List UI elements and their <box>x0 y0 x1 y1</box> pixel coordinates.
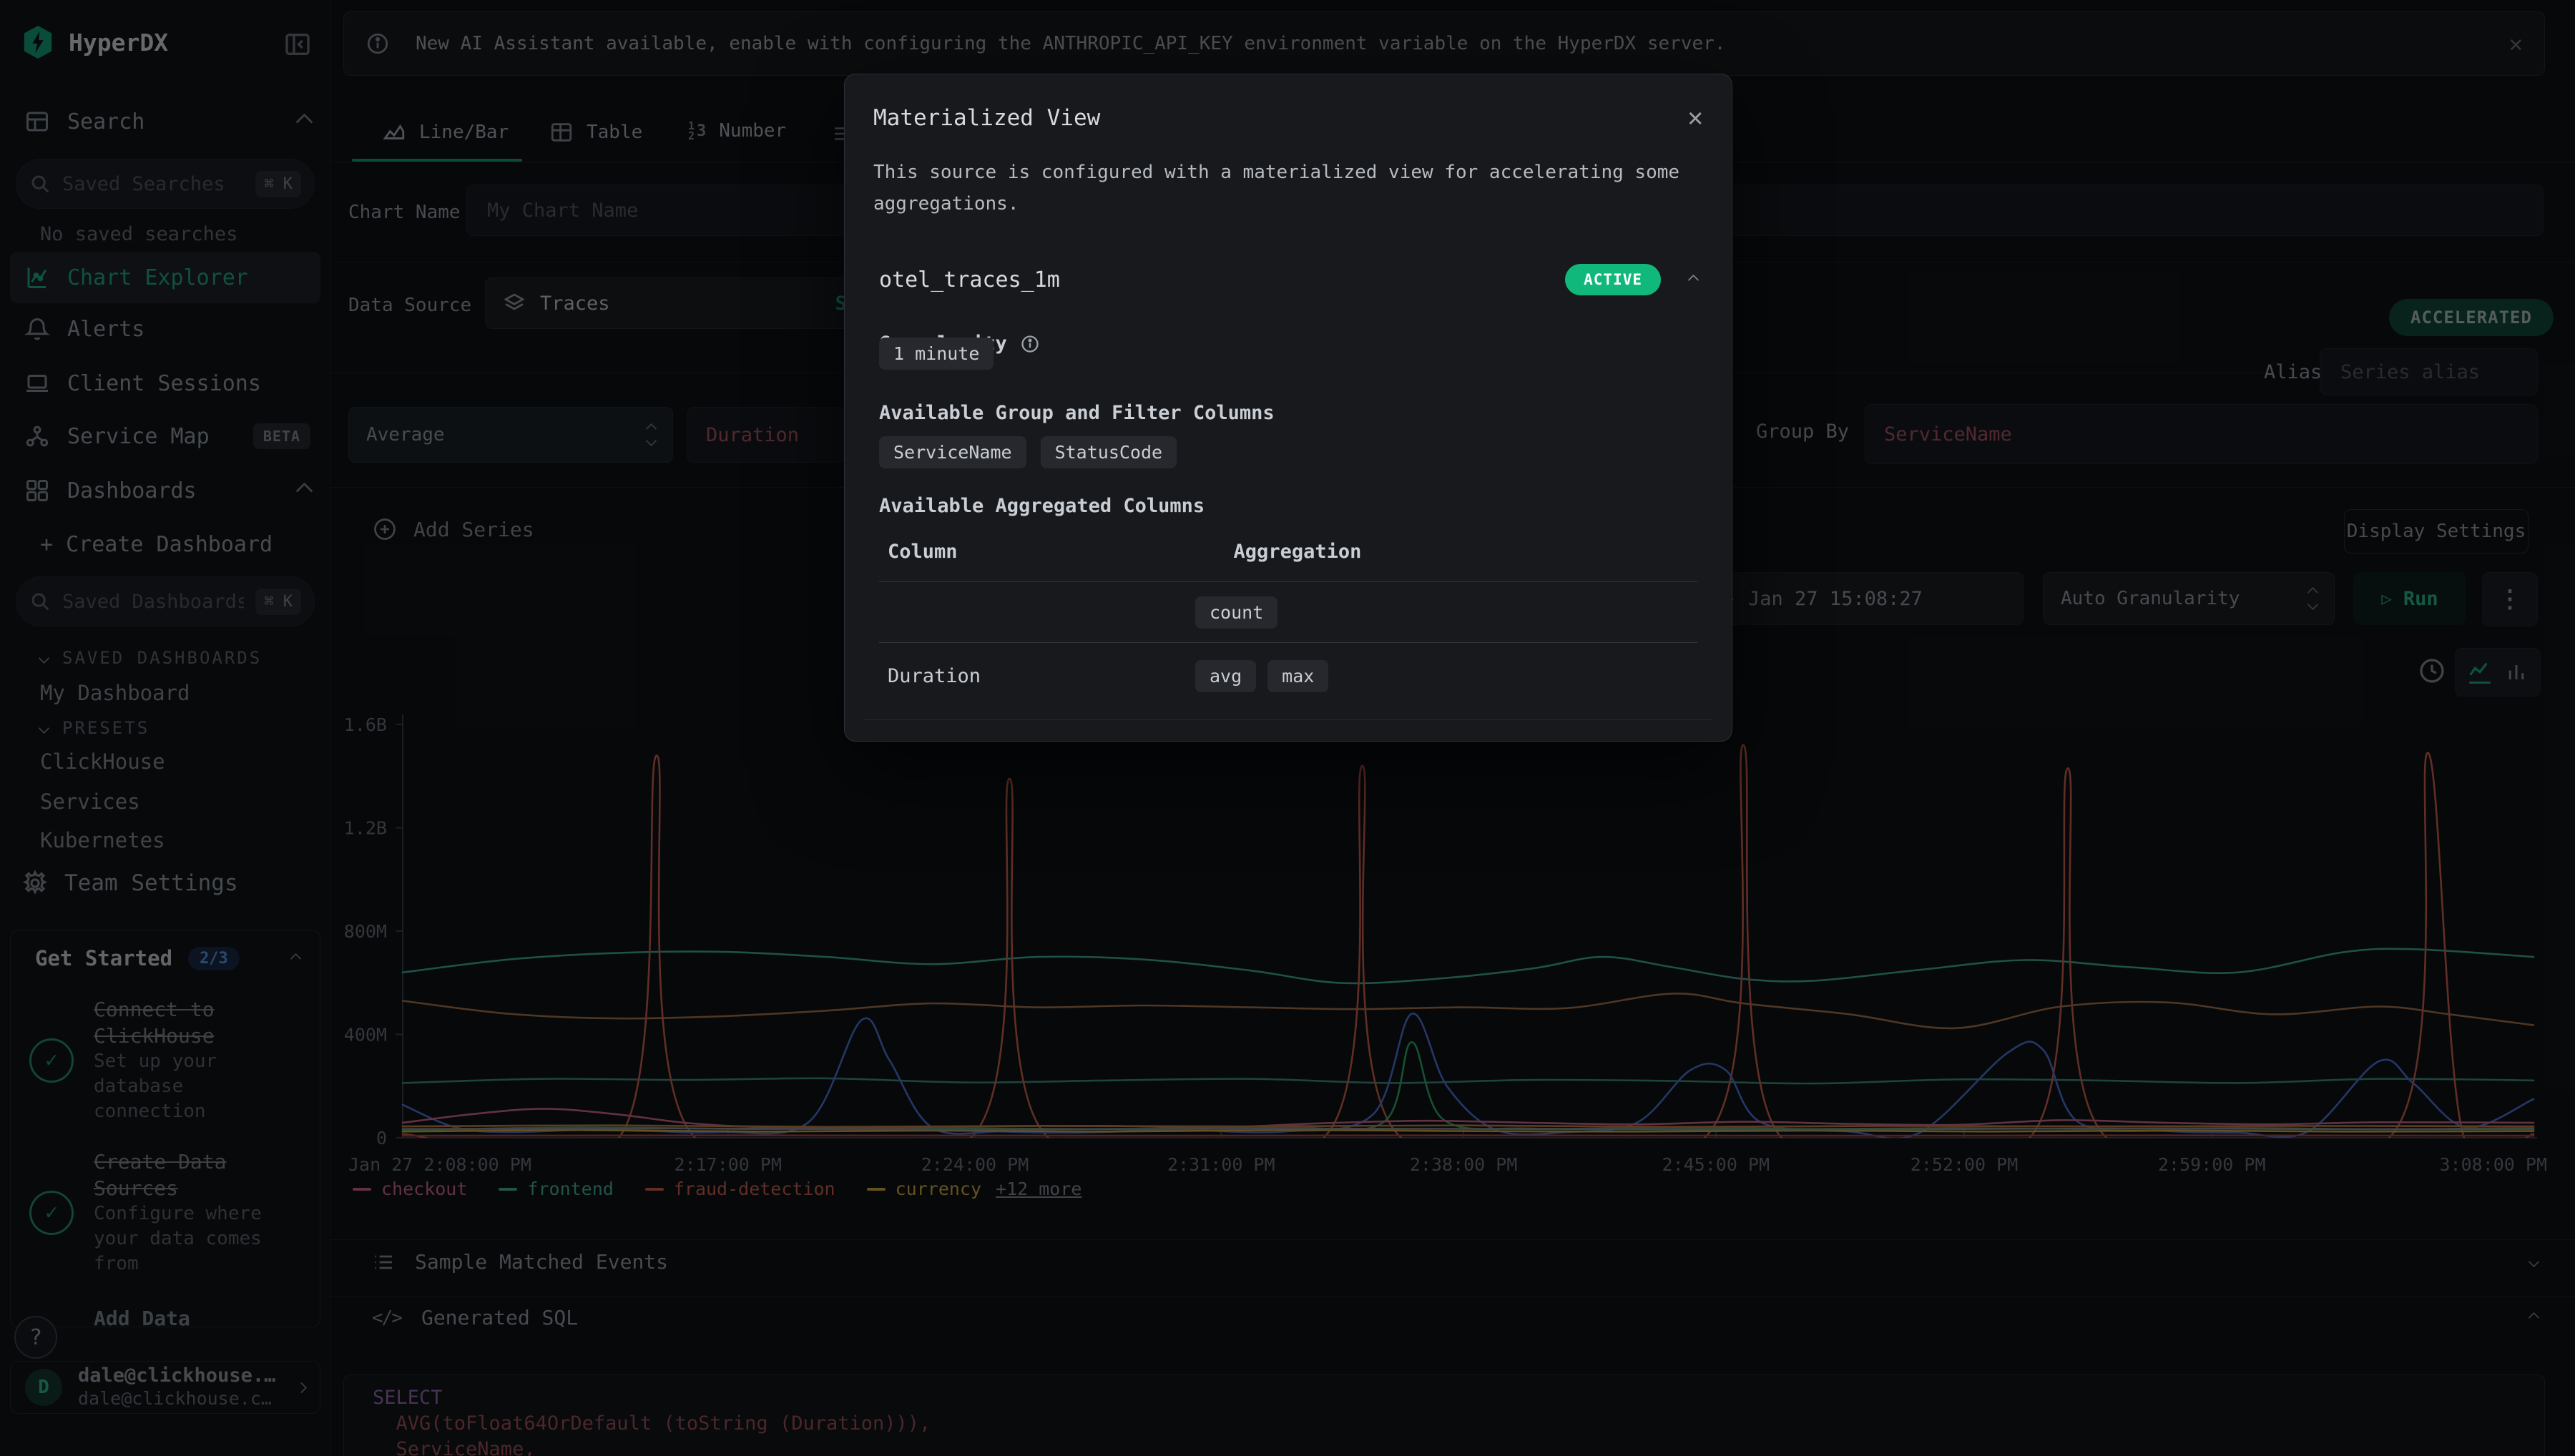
chevron-up-icon <box>1688 274 1700 285</box>
view-name: otel_traces_1m <box>879 267 1060 292</box>
table-row: count <box>879 582 1697 642</box>
materialized-view-modal: Materialized View ✕ This source is confi… <box>844 74 1732 742</box>
hyperdx-app: HyperDX Search ⌘ K No saved searches <box>0 0 2575 1456</box>
active-status-badge: ACTIVE <box>1565 264 1661 295</box>
group-filter-columns-label: Available Group and Filter Columns <box>879 402 1275 424</box>
table-row: Duration avg max <box>879 643 1697 709</box>
aggregation-chip: max <box>1267 660 1328 692</box>
granularity-chip: 1 minute <box>879 338 994 370</box>
column-chip: ServiceName <box>879 436 1026 468</box>
info-icon[interactable] <box>1020 334 1040 354</box>
modal-title: Materialized View <box>873 105 1100 131</box>
cell-column: Duration <box>888 665 1195 687</box>
table-header: Column <box>888 541 958 563</box>
view-accordion-header[interactable]: otel_traces_1m ACTIVE <box>879 264 1697 295</box>
modal-close-icon[interactable]: ✕ <box>1687 103 1703 132</box>
table-header: Aggregation <box>1234 541 1362 563</box>
aggregated-columns-label: Available Aggregated Columns <box>879 495 1205 517</box>
aggregation-chip: count <box>1195 596 1277 629</box>
modal-description: This source is configured with a materia… <box>873 157 1703 220</box>
column-chip: StatusCode <box>1041 436 1177 468</box>
aggregation-chip: avg <box>1195 660 1256 692</box>
aggregated-columns-table: Column Aggregation count Duration avg ma… <box>879 541 1697 709</box>
modal-footer-divider <box>865 719 1712 720</box>
